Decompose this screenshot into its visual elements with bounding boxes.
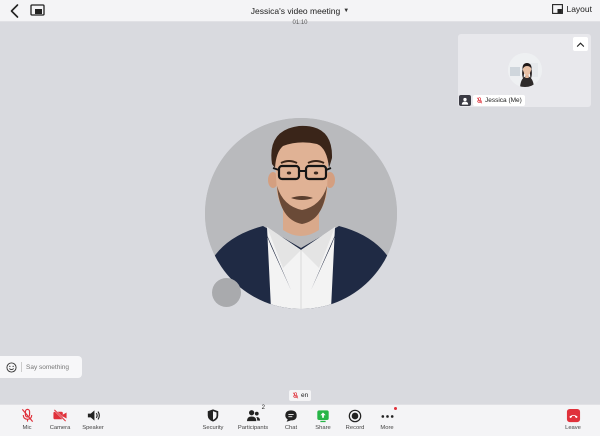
speaker-button[interactable]: Speaker xyxy=(73,408,113,436)
more-label: More xyxy=(380,425,394,431)
mic-muted-icon xyxy=(476,97,483,104)
participants-button[interactable]: 2 Participants xyxy=(233,405,273,436)
caption-language-pill[interactable]: en xyxy=(289,390,312,401)
leave-button[interactable]: Leave xyxy=(553,408,593,436)
self-name-label: Jessica (Me) xyxy=(459,95,525,106)
chat-bubble-icon xyxy=(283,408,299,423)
leave-label: Leave xyxy=(565,425,581,431)
input-divider xyxy=(21,362,22,372)
participants-icon: 2 xyxy=(245,405,265,423)
participants-label: Participants xyxy=(237,425,269,431)
layout-label: Layout xyxy=(566,4,592,14)
person-icon xyxy=(459,95,471,106)
self-name: Jessica (Me) xyxy=(485,97,522,104)
top-bar: Jessica's video meeting ▼ 01:10 Layout xyxy=(0,0,600,26)
speaker-icon xyxy=(85,408,101,423)
collapse-self-view-button[interactable] xyxy=(573,37,588,51)
caption-language: en xyxy=(301,392,309,399)
say-something-placeholder: Say something xyxy=(26,363,69,371)
record-icon xyxy=(347,408,363,423)
share-label: Share xyxy=(315,425,331,431)
self-avatar xyxy=(508,53,542,87)
leave-phone-icon xyxy=(565,408,581,423)
back-button[interactable] xyxy=(8,3,22,19)
security-button[interactable]: Security xyxy=(193,408,233,436)
caret-down-icon: ▼ xyxy=(343,8,350,14)
say-something-input[interactable]: Say something xyxy=(0,356,82,378)
chevron-up-icon xyxy=(576,41,585,47)
layout-button[interactable]: Layout xyxy=(552,4,592,14)
picture-in-picture-button[interactable] xyxy=(30,3,46,17)
camera-label: Camera xyxy=(49,425,71,431)
mic-muted-icon xyxy=(19,408,35,423)
chat-label: Chat xyxy=(284,425,298,431)
shield-icon xyxy=(205,408,221,423)
speaker-status-dot xyxy=(212,278,241,307)
mic-label: Mic xyxy=(22,425,32,431)
meeting-title: Jessica's video meeting xyxy=(250,6,341,16)
bottom-toolbar: Mic Camera Speaker Security 2 Participan… xyxy=(0,404,600,436)
self-name-pill: Jessica (Me) xyxy=(473,95,525,106)
participants-count: 2 xyxy=(261,405,265,411)
layout-icon xyxy=(552,4,564,14)
picture-in-picture-icon xyxy=(30,4,45,16)
speaker-label: Speaker xyxy=(82,425,104,431)
meeting-title-area: Jessica's video meeting ▼ 01:10 xyxy=(200,1,400,26)
security-label: Security xyxy=(202,425,224,431)
mic-muted-icon xyxy=(292,392,299,399)
more-dots-icon xyxy=(379,407,397,423)
self-avatar-image xyxy=(508,53,542,87)
more-button[interactable]: More xyxy=(367,407,407,436)
share-screen-icon xyxy=(315,408,331,423)
smiley-icon[interactable] xyxy=(6,361,17,373)
camera-off-icon xyxy=(52,408,68,423)
meeting-title-dropdown[interactable]: Jessica's video meeting ▼ xyxy=(251,6,349,16)
record-label: Record xyxy=(345,425,365,431)
self-view-tile[interactable]: Jessica (Me) xyxy=(458,34,591,107)
meeting-timer: 01:10 xyxy=(292,20,308,26)
chevron-left-icon xyxy=(10,4,19,18)
notification-dot xyxy=(394,407,397,410)
